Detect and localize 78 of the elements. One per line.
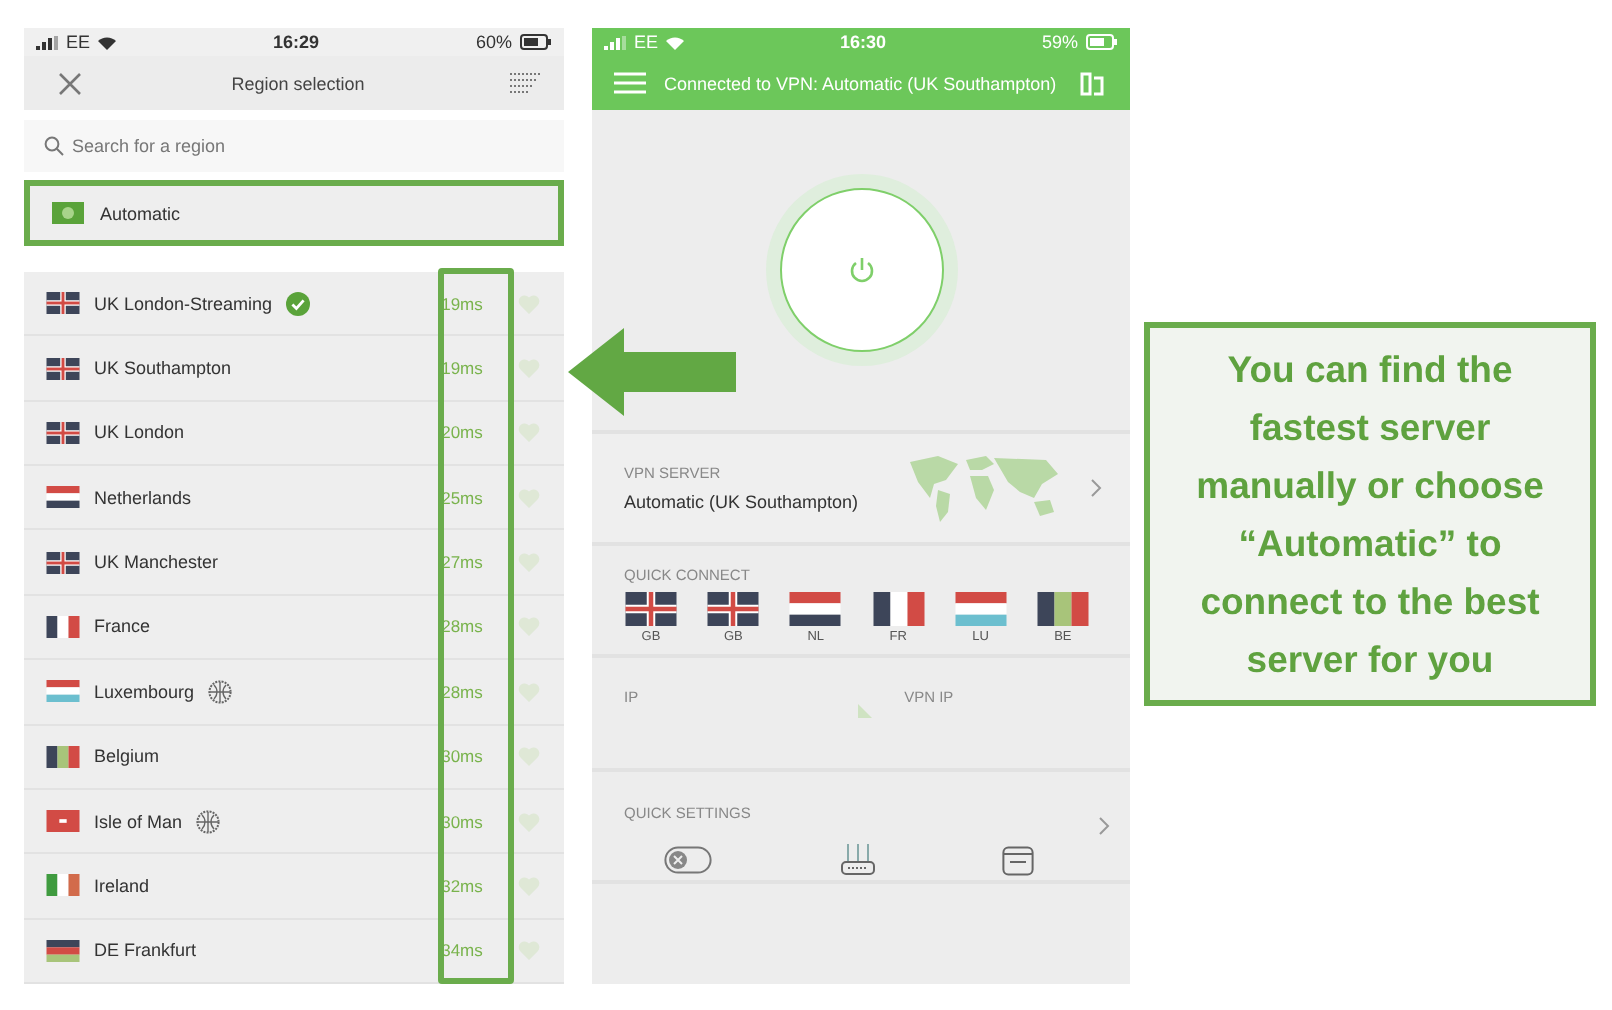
favorite-heart-icon[interactable]: [517, 616, 539, 637]
region-name: Luxembourg: [94, 681, 195, 702]
latency-value: 19ms: [439, 358, 485, 379]
flag-icon: [46, 745, 80, 768]
flag-icon: [624, 592, 678, 626]
toggle-icon[interactable]: [664, 846, 712, 874]
favorite-heart-icon[interactable]: [517, 422, 539, 443]
favorite-heart-icon[interactable]: [517, 875, 539, 896]
brackets-icon[interactable]: [1080, 71, 1104, 95]
battery-percent: 60%: [475, 32, 512, 52]
favorite-heart-icon[interactable]: [517, 552, 539, 573]
flag-icon: [46, 680, 80, 703]
favorite-heart-icon[interactable]: [517, 681, 539, 702]
globe-icon: [196, 809, 221, 834]
region-row[interactable]: UK Southampton 19ms: [24, 336, 564, 402]
wifi-icon: [666, 35, 685, 49]
signal-icon: [604, 35, 626, 49]
flag-icon: [46, 486, 80, 509]
signal-icon: [36, 35, 58, 49]
flag-icon: [46, 810, 80, 833]
search-icon: [44, 136, 64, 156]
flag-icon: [46, 421, 80, 444]
connection-status: Connected to VPN: Automatic (UK Southampton): [664, 73, 1058, 93]
favorite-heart-icon[interactable]: [517, 487, 539, 508]
chevron-right-icon: [1090, 478, 1102, 498]
browser-window-icon[interactable]: [1002, 845, 1034, 875]
flag-icon: [46, 292, 80, 315]
favorite-heart-icon[interactable]: [517, 293, 539, 314]
flag-icon: [46, 357, 80, 380]
latency-value: 19ms: [439, 293, 485, 314]
power-icon: [847, 256, 875, 284]
favorite-heart-icon[interactable]: [517, 811, 539, 832]
flag-icon: [1035, 592, 1090, 626]
flag-icon: [46, 874, 80, 897]
flag-icon: [46, 551, 80, 574]
clock-time: 16:30: [837, 32, 889, 52]
region-name: Belgium: [94, 746, 160, 767]
region-name: Ireland: [94, 875, 150, 896]
server-name: Automatic (UK Southampton): [624, 492, 861, 512]
list-menu-icon[interactable]: [510, 71, 542, 95]
wifi-icon: [98, 35, 117, 49]
favorite-heart-icon[interactable]: [517, 358, 539, 379]
clock-time: 16:29: [270, 32, 322, 52]
check-badge-icon: [286, 291, 311, 316]
close-icon[interactable]: [58, 71, 82, 95]
screen-title: Region selection: [229, 73, 367, 93]
automatic-label: Automatic: [100, 203, 181, 223]
region-name: Isle of Man: [94, 811, 183, 832]
globe-icon: [208, 679, 233, 704]
region-name: Netherlands: [94, 487, 192, 508]
carrier-name: EE: [634, 32, 659, 52]
automatic-row[interactable]: Automatic: [24, 180, 564, 246]
flag-icon: [953, 592, 1008, 626]
flag-icon: [46, 939, 80, 962]
flag-icon: [706, 592, 761, 626]
favorite-heart-icon[interactable]: [517, 746, 539, 767]
loading-triangle-icon: [858, 704, 873, 718]
flag-icon: [46, 615, 80, 638]
chevron-right-icon: [1098, 816, 1110, 836]
battery-percent: 59%: [1041, 32, 1078, 52]
flag-icon: [871, 592, 926, 626]
region-row[interactable]: UK London-Streaming 19ms: [24, 272, 564, 337]
favorite-heart-icon[interactable]: [517, 940, 539, 961]
router-icon[interactable]: [839, 844, 875, 876]
region-name: UK Southampton: [94, 358, 232, 379]
region-name: UK London: [94, 422, 185, 443]
carrier-name: EE: [66, 32, 91, 52]
search-field[interactable]: Search for a region: [24, 120, 564, 172]
automatic-flag-icon: [52, 202, 84, 224]
region-name: UK London-Streaming: [94, 293, 273, 314]
region-name: DE Frankfurt: [94, 940, 197, 961]
callout-text: You can find the fastest server manually or choose “Automatic” to connect to the best server for you: [1194, 346, 1546, 684]
region-name: France: [94, 616, 151, 637]
region-name: UK Manchester: [94, 552, 219, 573]
flag-icon: [788, 592, 843, 626]
menu-icon[interactable]: [614, 72, 646, 94]
battery-icon: [520, 34, 552, 50]
battery-icon: [1086, 34, 1118, 50]
